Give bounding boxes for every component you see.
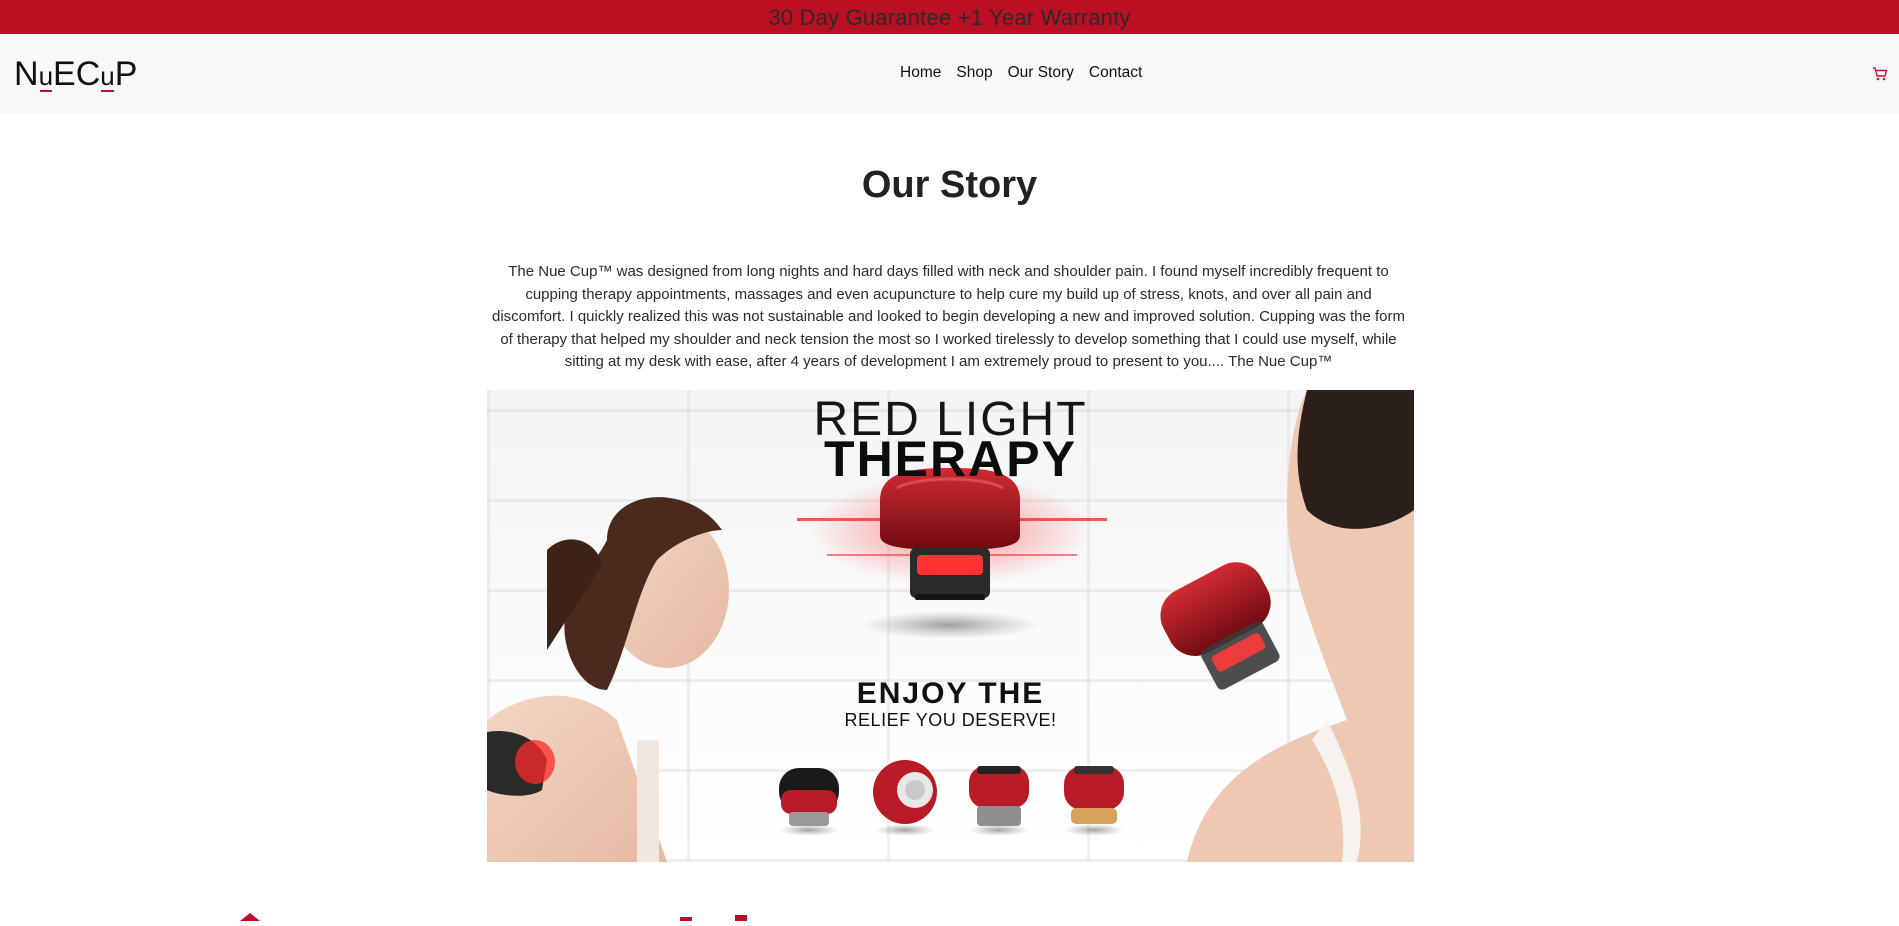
center-cup-device — [797, 468, 1107, 639]
nav-link-our-story[interactable]: Our Story — [1008, 64, 1074, 84]
next-section-peek — [0, 908, 1899, 921]
hero-headline-line2: THERAPY — [824, 431, 1077, 487]
logo-letter: N — [14, 55, 39, 93]
announcement-bar: 30 Day Guarantee +1 Year Warranty — [0, 0, 1899, 34]
nav-link-contact[interactable]: Contact — [1089, 64, 1142, 84]
hero-tagline-line1: ENJOY THE — [856, 677, 1045, 710]
brand-logo[interactable]: NuECuP — [14, 54, 137, 94]
cart-icon[interactable] — [1872, 66, 1888, 82]
logo-letter: EC — [53, 55, 101, 93]
product-variants-row — [779, 760, 1124, 836]
logo-letter: u — [100, 56, 115, 96]
logo-letter: u — [39, 56, 53, 96]
hero-tagline-line2: RELIEF YOU DESERVE! — [844, 710, 1057, 730]
nav-link-home[interactable]: Home — [900, 64, 941, 84]
logo-letter: P — [114, 55, 138, 93]
announcement-text: 30 Day Guarantee +1 Year Warranty — [768, 5, 1131, 30]
product-hero-image: RED LIGHT THERAPY ENJOY THE RELIEF YOU D… — [487, 390, 1414, 862]
page-title: Our Story — [861, 164, 1038, 206]
main-nav: Home Shop Our Story Contact — [900, 64, 1142, 84]
story-paragraph: The Nue Cup™ was designed from long nigh… — [491, 263, 1406, 371]
site-header: NuECuP Home Shop Our Story Contact — [0, 34, 1899, 114]
nav-link-shop[interactable]: Shop — [956, 64, 992, 84]
